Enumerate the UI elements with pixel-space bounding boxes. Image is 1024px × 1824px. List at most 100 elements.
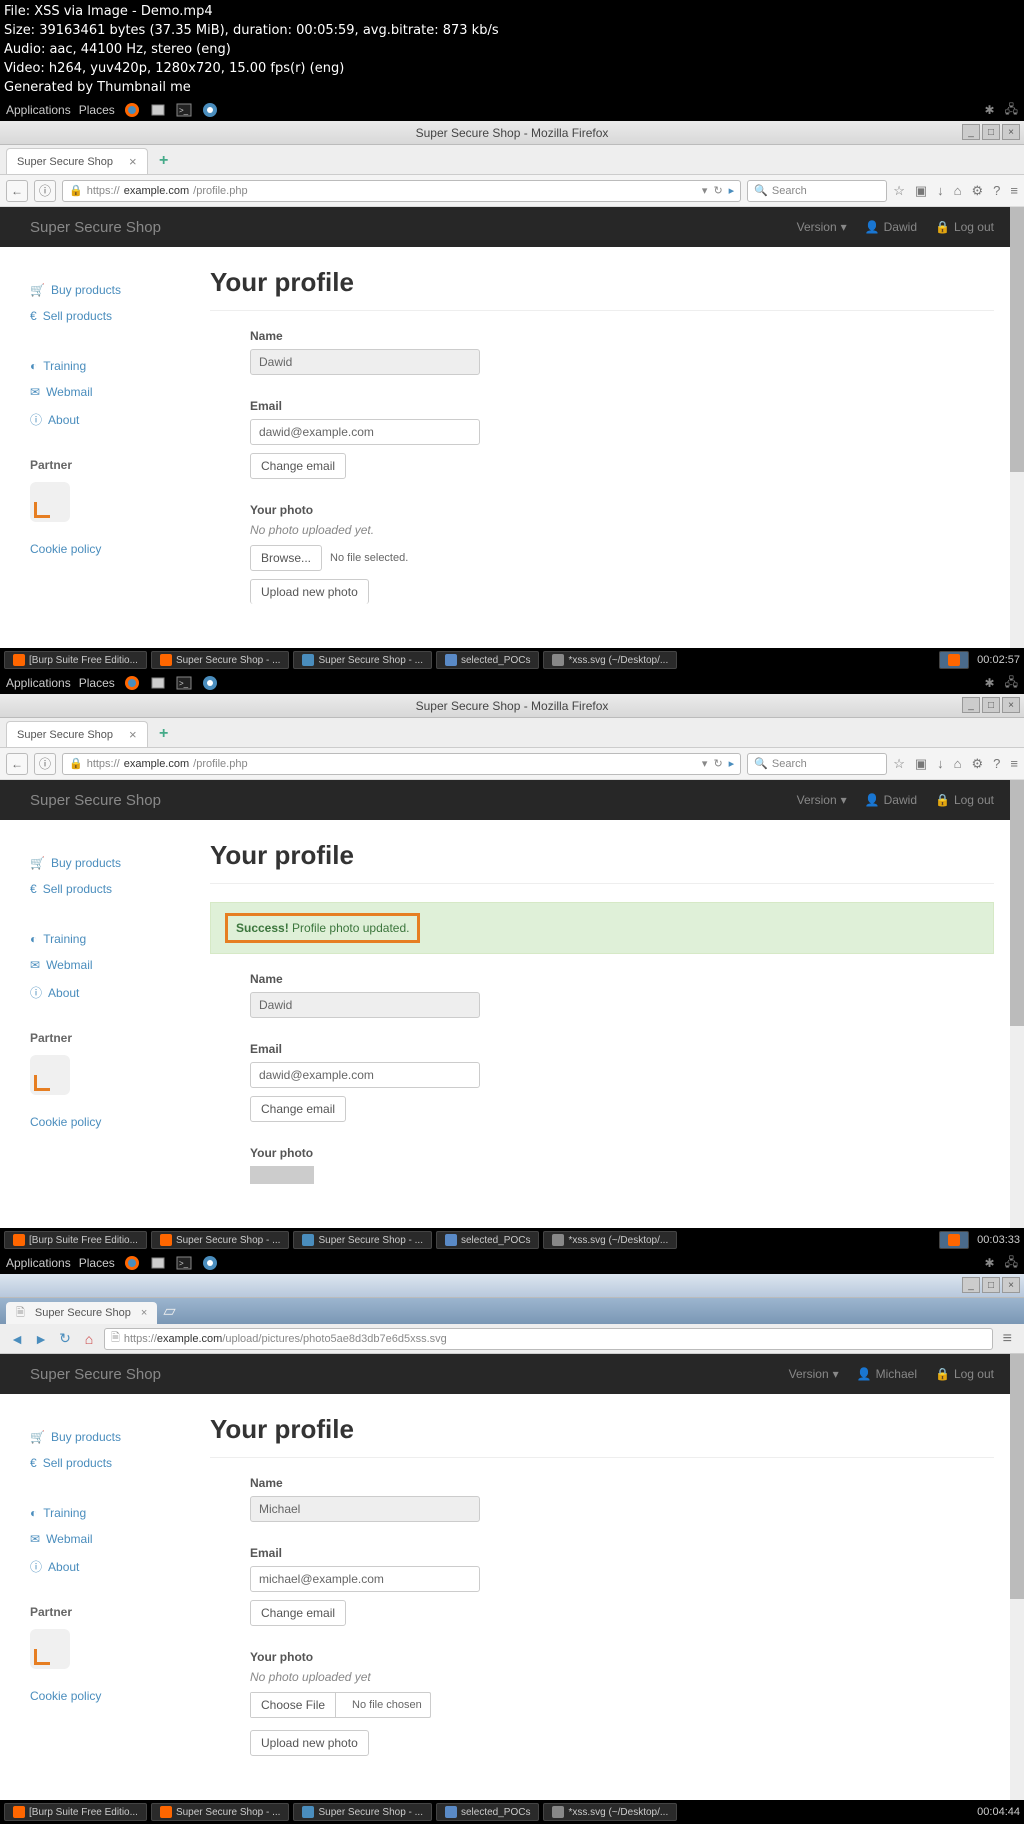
chrome-launcher-icon[interactable] [201, 1254, 219, 1272]
task-file[interactable]: *xss.svg (~/Desktop/... [543, 1231, 677, 1249]
scrollbar[interactable] [1010, 780, 1024, 1228]
sidebar-buy[interactable]: 🛒Buy products [30, 850, 190, 876]
task-firefox-1[interactable]: Super Secure Shop - ... [151, 651, 290, 669]
help-icon[interactable]: ? [993, 756, 1000, 771]
sidebar-training[interactable]: ◐Training [30, 926, 190, 952]
close-button[interactable]: × [1002, 697, 1020, 713]
browser-tab[interactable]: Super Secure Shop × [6, 148, 148, 174]
logout-link[interactable]: 🔒 Log out [935, 1367, 994, 1381]
forward-button[interactable]: ► [30, 1328, 52, 1350]
email-input[interactable] [250, 1566, 480, 1592]
bluetooth-icon[interactable]: ✱ [985, 1256, 995, 1270]
sidebar-about[interactable]: ⓘAbout [30, 1552, 190, 1581]
task-folder[interactable]: selected_POCs [436, 651, 539, 669]
email-input[interactable] [250, 419, 480, 445]
task-chrome[interactable]: Super Secure Shop - ... [293, 651, 432, 669]
network-icon[interactable]: 🖧 [1005, 1253, 1018, 1274]
tab-close-icon[interactable]: × [141, 1307, 147, 1319]
reload-button[interactable]: ↻ [54, 1328, 76, 1350]
upload-button[interactable]: Upload new photo [250, 1730, 369, 1756]
close-button[interactable]: × [1002, 124, 1020, 140]
task-burp[interactable]: [Burp Suite Free Editio... [4, 1231, 147, 1249]
tab-close-icon[interactable]: × [129, 154, 137, 169]
terminal-launcher-icon[interactable]: >_ [175, 1254, 193, 1272]
terminal-launcher-icon[interactable]: >_ [175, 674, 193, 692]
new-tab-button[interactable]: + [154, 724, 174, 744]
sidebar-buy[interactable]: 🛒Buy products [30, 277, 190, 303]
task-firefox-1[interactable]: Super Secure Shop - ... [151, 1803, 290, 1821]
pocket-icon[interactable]: ▣ [915, 756, 927, 772]
firefox-launcher-icon[interactable] [123, 674, 141, 692]
network-icon[interactable]: 🖧 [1005, 673, 1018, 694]
action-icon[interactable]: ▸ [729, 757, 735, 770]
files-launcher-icon[interactable] [149, 674, 167, 692]
maximize-button[interactable]: □ [982, 1277, 1000, 1293]
sidebar-webmail[interactable]: ✉Webmail [30, 379, 190, 405]
sidebar-about[interactable]: ⓘAbout [30, 405, 190, 434]
chrome-launcher-icon[interactable] [201, 674, 219, 692]
new-tab-button[interactable]: + [154, 151, 174, 171]
sidebar-sell[interactable]: €Sell products [30, 1450, 190, 1476]
bookmark-icon[interactable]: ☆ [893, 756, 905, 772]
task-firefox-1[interactable]: Super Secure Shop - ... [151, 1231, 290, 1249]
minimize-button[interactable]: _ [962, 124, 980, 140]
version-dropdown[interactable]: Version ▾ [797, 793, 847, 807]
menu-icon[interactable]: ≡ [1010, 183, 1018, 198]
action-icon[interactable]: ▸ [729, 184, 735, 197]
chrome-tab[interactable]: 🗎 Super Secure Shop × [6, 1302, 157, 1324]
home-icon[interactable]: ⌂ [954, 756, 962, 771]
sidebar-buy[interactable]: 🛒Buy products [30, 1424, 190, 1450]
user-menu[interactable]: 👤 Dawid [865, 220, 917, 234]
sidebar-webmail[interactable]: ✉Webmail [30, 952, 190, 978]
scrollbar[interactable] [1010, 207, 1024, 648]
home-button[interactable]: ⌂ [78, 1328, 100, 1350]
search-input[interactable]: 🔍 Search [747, 753, 887, 775]
files-launcher-icon[interactable] [149, 1254, 167, 1272]
places-menu[interactable]: Places [79, 676, 115, 690]
menu-icon[interactable]: ≡ [1010, 756, 1018, 771]
sidebar-webmail[interactable]: ✉Webmail [30, 1526, 190, 1552]
user-menu[interactable]: 👤 Dawid [865, 793, 917, 807]
sidebar-training[interactable]: ◐Training [30, 353, 190, 379]
extension-icon[interactable]: ⚙ [972, 756, 984, 772]
user-menu[interactable]: 👤 Michael [857, 1367, 917, 1381]
places-menu[interactable]: Places [79, 1256, 115, 1270]
applications-menu[interactable]: Applications [6, 1256, 71, 1270]
brand-link[interactable]: Super Secure Shop [30, 792, 161, 809]
downloads-icon[interactable]: ↓ [937, 183, 944, 198]
task-chrome[interactable]: Super Secure Shop - ... [293, 1231, 432, 1249]
dropdown-icon[interactable]: ▾ [702, 184, 708, 197]
choose-file-button[interactable]: Choose File [251, 1693, 336, 1717]
task-folder[interactable]: selected_POCs [436, 1231, 539, 1249]
brand-link[interactable]: Super Secure Shop [30, 219, 161, 236]
network-icon[interactable]: 🖧 [1005, 100, 1018, 121]
bluetooth-icon[interactable]: ✱ [985, 676, 995, 690]
url-input[interactable]: 🔒 https://example.com/profile.php ▾ ↻ ▸ [62, 753, 741, 775]
new-tab-button[interactable]: ▱ [163, 1301, 175, 1321]
applications-menu[interactable]: Applications [6, 103, 71, 117]
reader-icon[interactable]: ↻ [713, 184, 722, 197]
upload-button[interactable]: Upload new photo [250, 579, 369, 604]
bookmark-icon[interactable]: ☆ [893, 183, 905, 199]
task-active[interactable] [939, 1231, 969, 1249]
url-input[interactable]: 🗎 https://example.com/upload/pictures/ph… [104, 1328, 993, 1350]
applications-menu[interactable]: Applications [6, 676, 71, 690]
cookie-policy-link[interactable]: Cookie policy [30, 1683, 190, 1709]
task-file[interactable]: *xss.svg (~/Desktop/... [543, 651, 677, 669]
task-burp[interactable]: [Burp Suite Free Editio... [4, 1803, 147, 1821]
partner-logo[interactable] [30, 482, 70, 522]
sidebar-about[interactable]: ⓘAbout [30, 978, 190, 1007]
extension-icon[interactable]: ⚙ [972, 183, 984, 199]
firefox-launcher-icon[interactable] [123, 1254, 141, 1272]
task-active[interactable] [939, 651, 969, 669]
logout-link[interactable]: 🔒 Log out [935, 220, 994, 234]
identity-button[interactable]: ⓘ [34, 753, 56, 775]
minimize-button[interactable]: _ [962, 1277, 980, 1293]
sidebar-training[interactable]: ◐Training [30, 1500, 190, 1526]
firefox-launcher-icon[interactable] [123, 101, 141, 119]
downloads-icon[interactable]: ↓ [937, 756, 944, 771]
identity-button[interactable]: ⓘ [34, 180, 56, 202]
task-folder[interactable]: selected_POCs [436, 1803, 539, 1821]
maximize-button[interactable]: □ [982, 124, 1000, 140]
places-menu[interactable]: Places [79, 103, 115, 117]
